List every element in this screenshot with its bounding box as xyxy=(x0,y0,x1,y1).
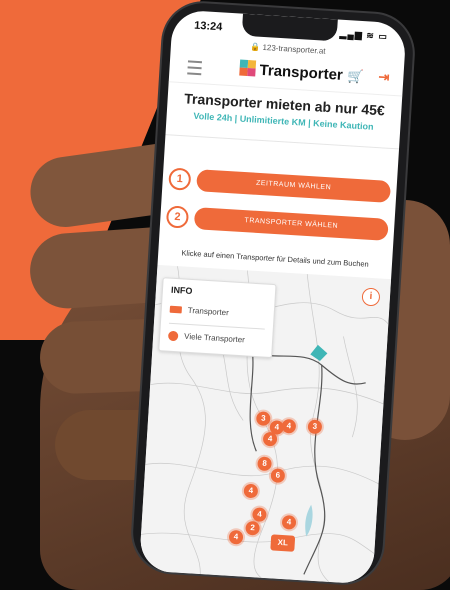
logo-icon xyxy=(239,59,257,79)
legend-label: Viele Transporter xyxy=(183,331,246,345)
step-number: 1 xyxy=(168,167,192,191)
phone-screen: 13:24 ▂▄▆ ≋ ▭ 🔒 123-transporter.at Trans… xyxy=(138,9,407,585)
select-transporter-button[interactable]: TRANSPORTER WÄHLEN xyxy=(193,207,389,241)
map[interactable]: INFO Transporter Viele Transporter i 3 4… xyxy=(138,264,392,585)
step-1: 1 ZEITRAUM WÄHLEN xyxy=(168,167,392,203)
divider xyxy=(165,134,400,150)
legend-label: Transporter xyxy=(187,305,230,318)
select-period-button[interactable]: ZEITRAUM WÄHLEN xyxy=(196,169,392,203)
legend-title: INFO xyxy=(170,284,193,297)
status-icons: ▂▄▆ ≋ ▭ xyxy=(339,28,389,42)
legend-item-cluster: Viele Transporter xyxy=(167,330,246,346)
phone: 13:24 ▂▄▆ ≋ ▭ 🔒 123-transporter.at Trans… xyxy=(130,0,416,586)
xl-van-marker[interactable]: XL xyxy=(270,534,296,552)
step-2: 2 TRANSPORTER WÄHLEN xyxy=(165,205,389,241)
van-icon xyxy=(169,306,182,314)
cart-icon[interactable]: 🛒 xyxy=(347,68,364,85)
map-legend: INFO Transporter Viele Transporter xyxy=(158,277,277,359)
legend-item-transporter: Transporter xyxy=(169,305,230,318)
cluster-icon xyxy=(167,330,179,342)
menu-icon[interactable] xyxy=(187,60,203,76)
brand-name[interactable]: Transporter xyxy=(259,62,343,84)
status-time: 13:24 xyxy=(193,19,223,34)
login-icon[interactable]: ⇥ xyxy=(378,69,390,86)
step-number: 2 xyxy=(165,205,190,229)
legend-divider xyxy=(168,322,265,330)
